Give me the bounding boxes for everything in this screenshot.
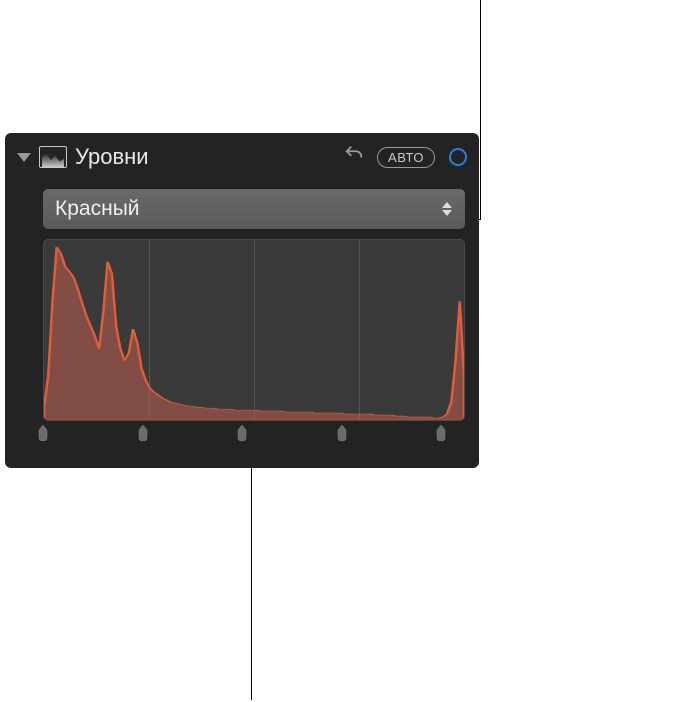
levels-slider-track	[43, 421, 441, 451]
callout-line-bottom	[251, 465, 252, 700]
levels-slider-handle-4[interactable]	[435, 425, 447, 441]
levels-slider-handle-0[interactable]	[37, 425, 49, 441]
undo-arrow-icon	[343, 143, 365, 165]
levels-panel: Уровни АВТО Красный	[5, 133, 479, 468]
levels-slider-handle-2[interactable]	[236, 425, 248, 441]
reset-button[interactable]	[339, 143, 369, 171]
callout-line-top	[480, 0, 481, 220]
updown-arrows-icon	[441, 202, 453, 216]
panel-header: Уровни АВТО	[5, 133, 479, 181]
channel-dropdown[interactable]: Красный	[43, 189, 465, 229]
levels-slider-handle-1[interactable]	[137, 425, 149, 441]
levels-slider-handle-3[interactable]	[336, 425, 348, 441]
active-indicator-icon[interactable]	[449, 148, 467, 166]
histogram-display	[43, 239, 465, 421]
panel-title: Уровни	[75, 144, 331, 170]
channel-dropdown-label: Красный	[55, 197, 441, 221]
auto-button[interactable]: АВТО	[377, 147, 435, 168]
disclosure-triangle-icon[interactable]	[17, 153, 31, 162]
histogram-svg	[44, 240, 464, 420]
histogram-icon	[39, 146, 67, 168]
